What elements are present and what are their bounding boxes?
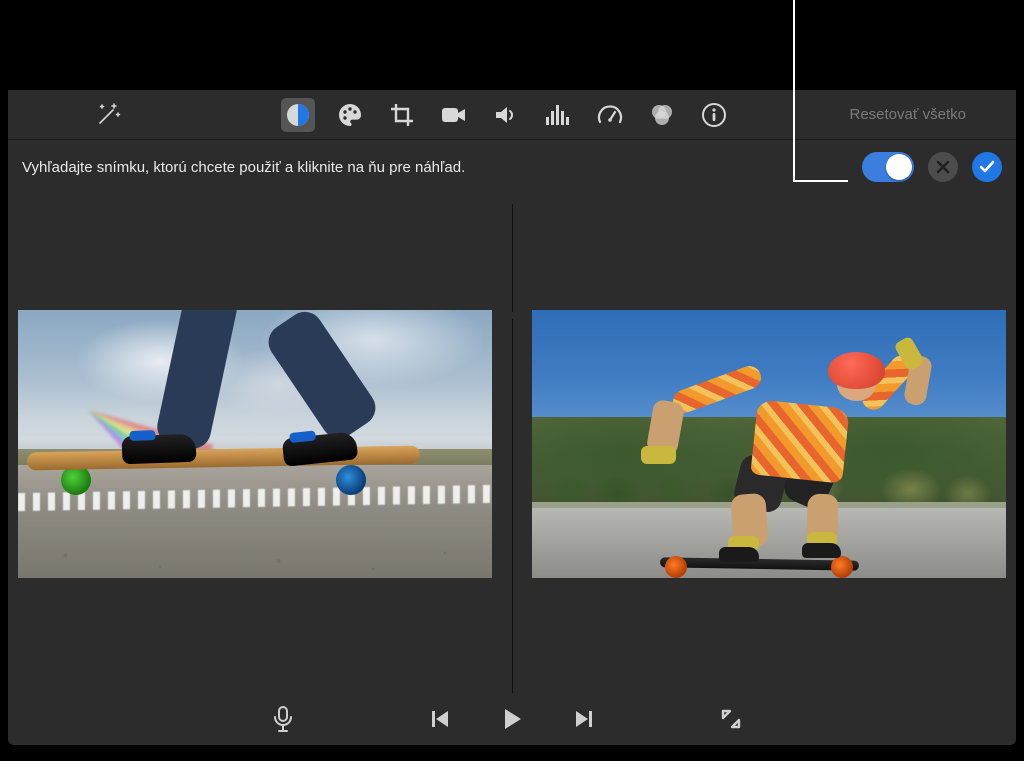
source-frame-preview[interactable] [18, 310, 492, 578]
equalizer-icon [544, 103, 572, 127]
hint-row: Vyhľadajte snímku, ktorú chcete použiť a… [8, 140, 1016, 194]
color-balance-tab[interactable] [281, 98, 315, 132]
filters-tab[interactable] [645, 98, 679, 132]
info-icon [701, 102, 727, 128]
expand-icon [719, 707, 743, 731]
playback-bar [8, 693, 1016, 745]
magic-wand-button[interactable] [88, 98, 128, 132]
target-frame-preview[interactable] [532, 310, 1006, 578]
crop-icon [389, 102, 415, 128]
color-balance-icon [285, 102, 311, 128]
confirm-button[interactable] [972, 152, 1002, 182]
speedometer-icon [597, 102, 623, 128]
volume-tab[interactable] [489, 98, 523, 132]
callout-line-vertical [793, 0, 795, 180]
microphone-icon [272, 705, 294, 733]
toggle-knob [886, 154, 912, 180]
play-icon [499, 706, 525, 732]
speaker-icon [493, 102, 519, 128]
speed-tab[interactable] [593, 98, 627, 132]
reset-all-button[interactable]: Resetovať všetko [849, 106, 966, 123]
hint-text: Vyhľadajte snímku, ktorú chcete použiť a… [22, 159, 862, 176]
fullscreen-button[interactable] [716, 704, 746, 734]
check-icon [978, 158, 996, 176]
callout-line-horizontal [793, 180, 848, 182]
palette-icon [337, 102, 363, 128]
hint-controls [862, 152, 1002, 182]
noise-reduction-tab[interactable] [541, 98, 575, 132]
voiceover-button[interactable] [268, 704, 298, 734]
play-button[interactable] [497, 704, 527, 734]
preview-area [8, 194, 1016, 693]
transport-controls [425, 704, 599, 734]
color-correction-tab[interactable] [333, 98, 367, 132]
overlap-circles-icon [648, 102, 676, 128]
color-match-toggle[interactable] [862, 152, 914, 182]
magic-wand-icon [94, 101, 122, 129]
close-icon [935, 159, 951, 175]
video-camera-icon [440, 104, 468, 126]
preview-divider [511, 204, 513, 693]
previous-button[interactable] [425, 704, 455, 734]
next-button[interactable] [569, 704, 599, 734]
crop-tab[interactable] [385, 98, 419, 132]
skip-back-icon [429, 708, 451, 730]
skip-forward-icon [573, 708, 595, 730]
info-tab[interactable] [697, 98, 731, 132]
inspector-tabs [281, 98, 731, 132]
cancel-button[interactable] [928, 152, 958, 182]
app-window: Resetovať všetko Vyhľadajte snímku, ktor… [8, 90, 1016, 745]
inspector-toolbar: Resetovať všetko [8, 90, 1016, 140]
stabilization-tab[interactable] [437, 98, 471, 132]
